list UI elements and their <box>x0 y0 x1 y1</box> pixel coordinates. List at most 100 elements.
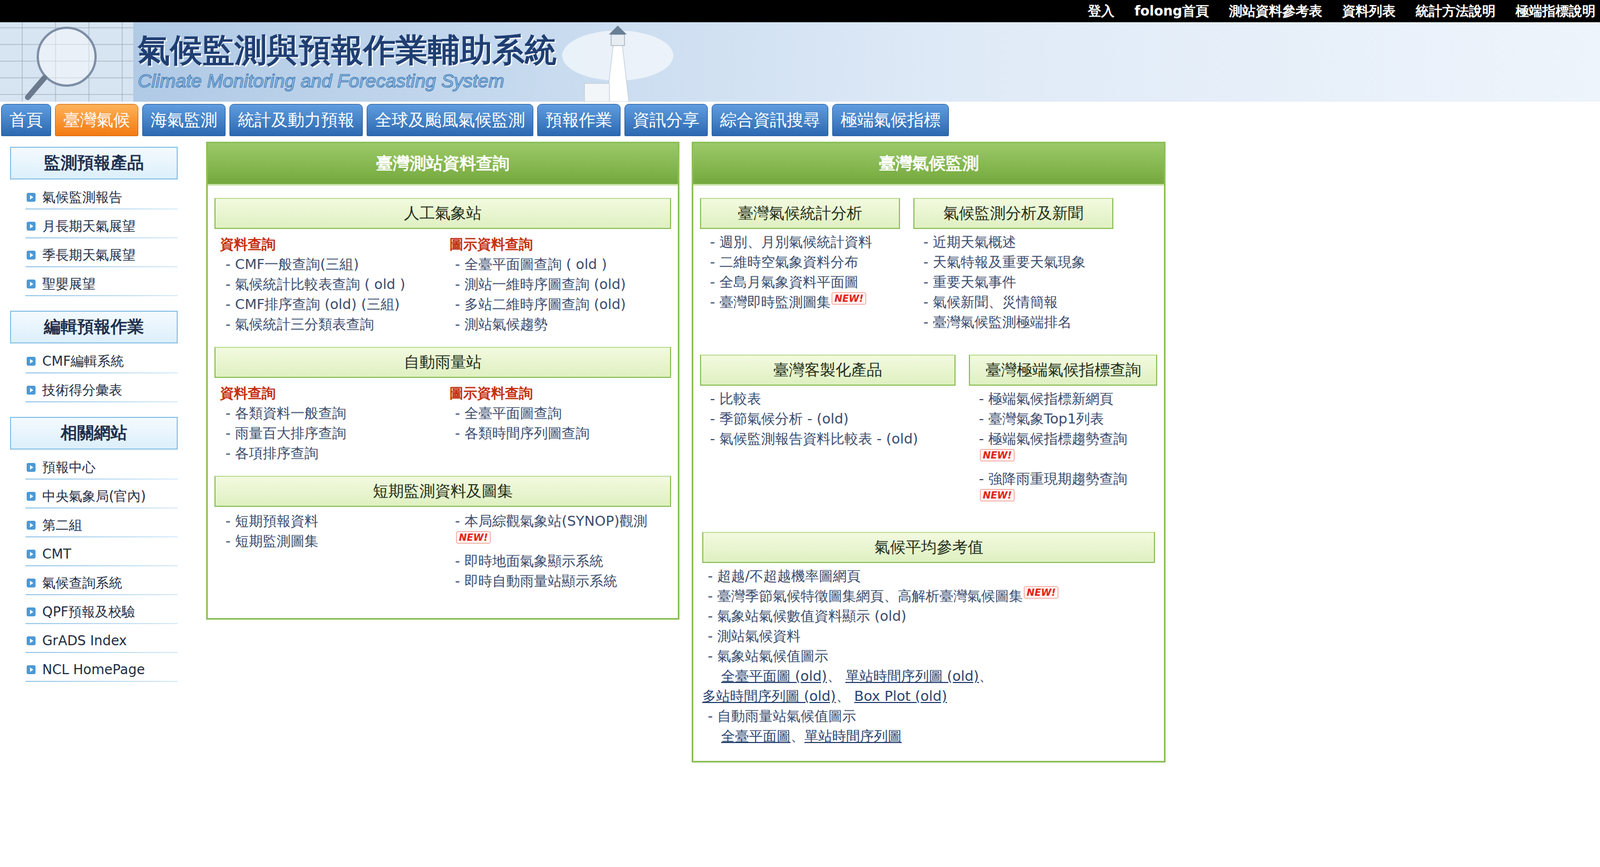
link-item[interactable]: - 氣象站氣候值圖示 <box>702 646 1155 667</box>
inline-link[interactable]: 全臺平面圖 <box>721 727 791 744</box>
link-item[interactable]: - 短期預報資料 <box>220 511 442 532</box>
link-item[interactable]: - 氣候統計比較表查詢 ( old ) <box>220 274 442 295</box>
separator: 、 <box>790 727 805 744</box>
nav-tab[interactable]: 綜合資訊搜尋 <box>711 103 829 137</box>
link-item[interactable]: - 氣象站氣候數值資料顯示 (old) <box>702 606 1155 627</box>
nav-tab[interactable]: 資訊分享 <box>624 103 708 137</box>
link-item[interactable]: - 氣候監測報告資料比較表 - (old) <box>704 428 956 449</box>
sidebar-item[interactable]: 氣候查詢系統 <box>10 568 178 598</box>
top-link[interactable]: 登入 <box>1087 2 1115 20</box>
magnifier-table-icon <box>0 22 134 102</box>
title-block: 氣候監測與預報作業輔助系統Climate Monitoring and Fore… <box>133 22 557 102</box>
group-column: 圖示資料查詢- 全臺平面圖查詢- 各類時間序列圖查詢 <box>449 382 672 464</box>
link-item[interactable]: - 超越/不超越機率圖網頁 <box>702 566 1155 587</box>
arrow-bullet-icon <box>26 520 36 530</box>
section-cell: 臺灣極端氣候指標查詢- 極端氣候指標新網頁- 臺灣氣象Top1列表- 極端氣候指… <box>968 354 1158 510</box>
link-item[interactable]: - 近期天氣概述 <box>917 232 1114 253</box>
link-item[interactable]: - 天氣特報及重要天氣現象 <box>917 252 1114 273</box>
sidebar-item[interactable]: 技術得分彙表 <box>10 375 178 405</box>
link-item[interactable]: - 全臺平面圖查詢 ( old ) <box>449 254 672 275</box>
inline-link[interactable]: 全臺平面圖 (old) <box>721 667 828 684</box>
inline-link[interactable]: 單站時間序列圖 (old) <box>845 667 980 684</box>
group-header: 自動雨量站 <box>214 346 672 378</box>
sidebar-item[interactable]: 中央氣象局(官內) <box>10 481 178 511</box>
column-heading: 資料查詢 <box>220 382 442 404</box>
link-item[interactable]: - 極端氣候指標新網頁 <box>973 388 1158 409</box>
link-item[interactable]: - 即時地面氣象顯示系統 <box>449 551 672 572</box>
link-item[interactable]: - 全臺平面圖查詢 <box>449 403 672 424</box>
sidebar-item[interactable]: 預報中心 <box>10 452 178 482</box>
nav-tab[interactable]: 預報作業 <box>537 103 621 137</box>
section-items: - 近期天氣概述- 天氣特報及重要天氣現象- 重要天氣事件- 氣候新聞、災情簡報… <box>913 228 1114 333</box>
sidebar: 監測預報產品氣候監測報告月長期天氣展望季長期天氣展望聖嬰展望編輯預報作業CMF編… <box>10 141 178 684</box>
link-item[interactable]: - 氣候統計三分類表查詢 <box>220 314 442 335</box>
nav-tab[interactable]: 統計及動力預報 <box>229 103 363 137</box>
sidebar-item[interactable]: 氣候監測報告 <box>10 182 178 212</box>
link-item[interactable]: - 比較表 <box>704 388 956 409</box>
link-item[interactable]: - 二維時空氣象資料分布 <box>704 252 900 273</box>
nav-tab[interactable]: 極端氣候指標 <box>832 103 949 137</box>
sidebar-item[interactable]: 季長期天氣展望 <box>10 240 178 270</box>
inline-link[interactable]: 多站時間序列圖 (old) <box>702 687 837 704</box>
arrow-bullet-icon <box>26 491 36 501</box>
link-item[interactable]: - 各項排序查詢 <box>220 443 442 464</box>
link-item[interactable]: - 多站二維時序圖查詢 (old) <box>449 294 672 315</box>
link-item[interactable]: - 強降雨重現期趨勢查詢NEW! <box>973 468 1158 509</box>
nav-tab[interactable]: 海氣監測 <box>142 103 226 137</box>
top-link[interactable]: 測站資料參考表 <box>1228 2 1323 20</box>
new-badge: NEW! <box>456 531 491 544</box>
new-badge: NEW! <box>980 448 1015 462</box>
link-item[interactable]: - 週別、月別氣候統計資料 <box>704 232 900 253</box>
sidebar-item[interactable]: 聖嬰展望 <box>10 269 178 299</box>
link-item[interactable]: - 臺灣氣候監測極端排名 <box>917 312 1114 333</box>
link-item[interactable]: - 重要天氣事件 <box>917 272 1114 293</box>
top-link[interactable]: 資料列表 <box>1342 2 1396 20</box>
sidebar-item[interactable]: 第二組 <box>10 510 178 540</box>
link-item[interactable]: - CMF排序查詢 (old) (三組) <box>220 294 442 315</box>
top-link[interactable]: 統計方法說明 <box>1415 2 1496 20</box>
sidebar-item[interactable]: CMT <box>10 539 178 569</box>
sidebar-item[interactable]: QPF預報及校驗 <box>10 597 178 627</box>
top-link[interactable]: folong首頁 <box>1134 2 1209 20</box>
sidebar-section: 相關網站預報中心中央氣象局(官內)第二組CMT氣候查詢系統QPF預報及校驗GrA… <box>10 416 178 684</box>
section-row: 臺灣氣候統計分析- 週別、月別氣候統計資料- 二維時空氣象資料分布- 全島月氣象… <box>700 197 1158 333</box>
link-item[interactable]: - 臺灣即時監測圖集NEW! <box>704 292 900 313</box>
climate-panel: 臺灣氣候監測臺灣氣候統計分析- 週別、月別氣候統計資料- 二維時空氣象資料分布-… <box>691 141 1166 763</box>
arrow-bullet-icon <box>26 356 36 366</box>
top-link[interactable]: 極端指標說明 <box>1515 2 1596 20</box>
link-item[interactable]: - 測站氣候趨勢 <box>449 314 672 335</box>
nav-tab[interactable]: 全球及颱風氣候監測 <box>366 103 534 137</box>
link-item[interactable]: - 雨量百大排序查詢 <box>220 423 442 444</box>
inline-link[interactable]: Box Plot (old) <box>854 687 948 704</box>
lighthouse-icon <box>562 22 674 102</box>
separator: 、 <box>836 687 855 704</box>
link-line: 多站時間序列圖 (old)、 Box Plot (old) <box>702 686 1155 707</box>
sidebar-item[interactable]: GrADS Index <box>10 626 178 655</box>
link-item[interactable]: - 自動雨量站氣候值圖示 <box>702 706 1155 727</box>
link-item[interactable]: - 臺灣季節氣候特徵圖集網頁、高解析臺灣氣候圖集NEW! <box>702 586 1155 607</box>
link-item[interactable]: - 臺灣氣象Top1列表 <box>973 408 1158 429</box>
panel-group: 短期監測資料及圖集- 短期預報資料- 短期監測圖集- 本局綜觀氣象站(SYNOP… <box>214 475 672 592</box>
link-item[interactable]: - 各類資料一般查詢 <box>220 403 442 424</box>
nav-tab[interactable]: 臺灣氣候 <box>55 103 139 137</box>
link-item[interactable]: - CMF一般查詢(三組) <box>220 254 442 275</box>
link-item[interactable]: - 氣候新聞、災情簡報 <box>917 292 1114 313</box>
column-heading: 圖示資料查詢 <box>449 382 672 404</box>
sidebar-item[interactable]: CMF編輯系統 <box>10 346 178 376</box>
link-item[interactable]: - 各類時間序列圖查詢 <box>449 423 672 444</box>
link-item[interactable]: - 全島月氣象資料平面圖 <box>704 272 900 293</box>
station-panel: 臺灣測站資料查詢人工氣象站資料查詢- CMF一般查詢(三組)- 氣候統計比較表查… <box>206 141 680 620</box>
nav-tab[interactable]: 首頁 <box>1 103 52 137</box>
link-item[interactable]: - 即時自動雨量站顯示系統 <box>449 571 672 592</box>
link-item[interactable]: - 極端氣候指標趨勢查詢NEW! <box>973 428 1158 469</box>
link-item[interactable]: - 季節氣候分析 - (old) <box>704 408 956 429</box>
link-item[interactable]: - 短期監測圖集 <box>220 531 442 552</box>
climate-normals: 氣候平均參考值 - 超越/不超越機率圖網頁- 臺灣季節氣候特徵圖集網頁、高解析臺灣… <box>702 531 1155 747</box>
link-item[interactable]: - 本局綜觀氣象站(SYNOP)觀測NEW! <box>449 511 672 552</box>
section-header: 氣候平均參考值 <box>702 531 1155 563</box>
link-item[interactable]: - 測站一維時序圖查詢 (old) <box>449 274 672 295</box>
sidebar-item[interactable]: NCL HomePage <box>10 655 178 684</box>
sidebar-item[interactable]: 月長期天氣展望 <box>10 211 178 241</box>
link-item[interactable]: - 測站氣候資料 <box>702 626 1155 647</box>
inline-link[interactable]: 單站時間序列圖 <box>804 727 902 744</box>
